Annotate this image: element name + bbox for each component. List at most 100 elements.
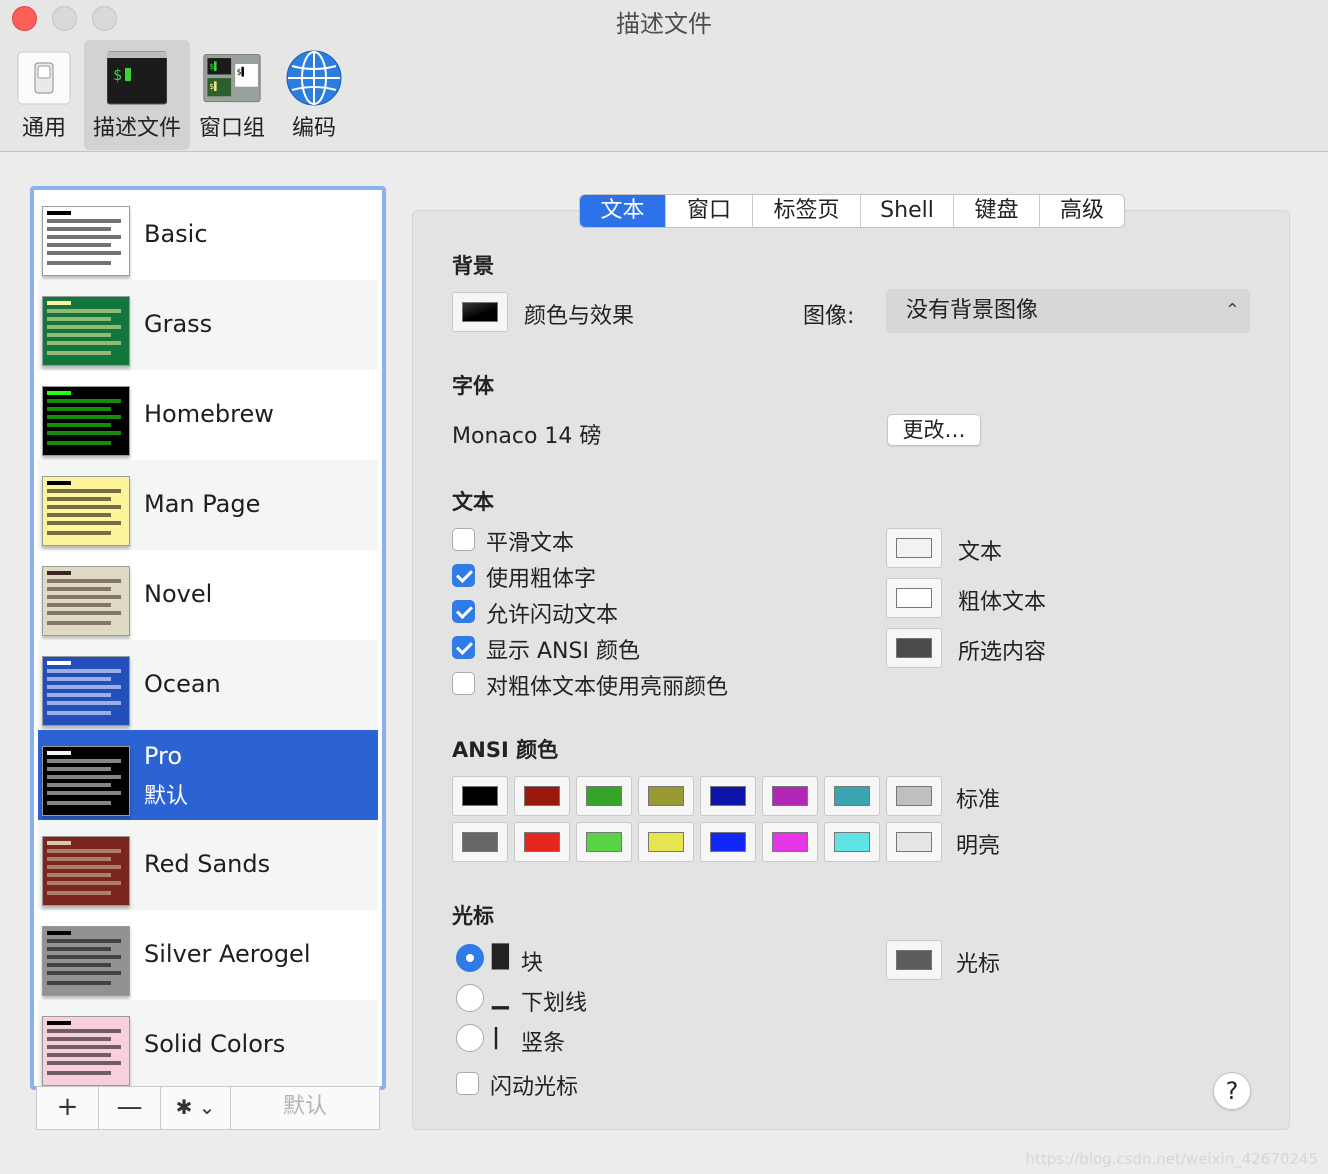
- text-color-well[interactable]: [886, 578, 942, 618]
- ansi-bright-color-well[interactable]: [824, 822, 880, 862]
- cursor-style-radio[interactable]: [456, 1024, 484, 1052]
- window-toolbar: 描述文件 通用 $ 描述文件 $▌ $▌ $▌ 窗口组 编码: [0, 0, 1328, 152]
- tab-window[interactable]: 窗口: [666, 195, 753, 227]
- text-color-well[interactable]: [886, 628, 942, 668]
- text-color-swatch: [896, 638, 932, 658]
- thumbnail-line: [47, 531, 111, 535]
- thumbnail-line: [47, 891, 111, 895]
- color-and-effects-label: 颜色与效果: [524, 304, 635, 329]
- cursor-style-glyph-icon: |: [492, 1025, 501, 1050]
- font-section-title: 字体: [452, 374, 494, 398]
- toolbar-general-button[interactable]: 通用: [8, 40, 80, 150]
- ansi-color-swatch: [834, 832, 870, 852]
- toolbar-profiles-button[interactable]: $ 描述文件: [84, 40, 190, 150]
- set-default-button[interactable]: 默认: [231, 1087, 379, 1129]
- tab-text[interactable]: 文本: [580, 195, 666, 227]
- thumbnail-line: [47, 505, 121, 509]
- thumbnail-line: [47, 775, 121, 779]
- ansi-normal-color-well[interactable]: [638, 776, 694, 816]
- toolbar-window-groups-label: 窗口组: [198, 116, 265, 141]
- background-image-popup[interactable]: 没有背景图像 ⌃: [886, 289, 1250, 333]
- cursor-style-radio[interactable]: [456, 944, 484, 972]
- ansi-color-swatch: [710, 832, 746, 852]
- cursor-style-label: 竖条: [521, 1031, 566, 1056]
- thumbnail-line: [47, 513, 111, 517]
- text-option-checkbox[interactable]: [452, 528, 475, 551]
- tab-tabs[interactable]: 标签页: [753, 195, 861, 227]
- background-color-swatch: [462, 302, 498, 322]
- text-option-checkbox[interactable]: [452, 672, 475, 695]
- profile-row[interactable]: Red Sands: [38, 820, 378, 910]
- ansi-normal-color-well[interactable]: [762, 776, 818, 816]
- cursor-style-label: 下划线: [521, 991, 588, 1016]
- ansi-normal-color-well[interactable]: [700, 776, 756, 816]
- blink-cursor-checkbox[interactable]: [456, 1072, 479, 1095]
- profile-name: Novel: [144, 580, 213, 608]
- thumbnail-line: [47, 621, 111, 625]
- text-color-label: 粗体文本: [958, 590, 1047, 615]
- ansi-color-swatch: [648, 786, 684, 806]
- profile-name: Silver Aerogel: [144, 940, 311, 968]
- tab-keyboard[interactable]: 键盘: [954, 195, 1040, 227]
- text-option-checkbox[interactable]: [452, 600, 475, 623]
- profile-name: Red Sands: [144, 850, 271, 878]
- ansi-normal-color-well[interactable]: [514, 776, 570, 816]
- thumbnail-line: [47, 399, 121, 403]
- ansi-bright-color-well[interactable]: [638, 822, 694, 862]
- profile-row[interactable]: Ocean: [38, 640, 378, 730]
- profile-row[interactable]: Basic: [38, 190, 378, 280]
- remove-profile-button[interactable]: —: [99, 1087, 161, 1129]
- cursor-style-radio[interactable]: [456, 984, 484, 1012]
- window-group-icon: $▌ $▌ $▌: [203, 54, 261, 103]
- thumbnail-line: [47, 351, 111, 355]
- add-profile-button[interactable]: +: [37, 1087, 99, 1129]
- profile-row[interactable]: Solid Colors: [38, 1000, 378, 1086]
- profile-list[interactable]: Basic Grass Homebrew Man Page Novel Ocean Pro 默…: [30, 186, 386, 1090]
- profile-row[interactable]: Grass: [38, 280, 378, 370]
- text-color-well[interactable]: [886, 528, 942, 568]
- profile-row[interactable]: Pro 默认: [38, 730, 378, 820]
- profile-row[interactable]: Homebrew: [38, 370, 378, 460]
- tab-advanced[interactable]: 高级: [1040, 195, 1124, 227]
- help-button[interactable]: ?: [1213, 1072, 1251, 1110]
- text-option-checkbox[interactable]: [452, 636, 475, 659]
- ansi-bright-color-well[interactable]: [886, 822, 942, 862]
- toolbar-window-groups-button[interactable]: $▌ $▌ $▌ 窗口组: [194, 40, 270, 150]
- profile-thumbnail: [42, 566, 130, 636]
- ansi-bright-color-well[interactable]: [762, 822, 818, 862]
- ansi-normal-color-well[interactable]: [886, 776, 942, 816]
- ansi-bright-color-well[interactable]: [576, 822, 632, 862]
- ansi-normal-color-well[interactable]: [824, 776, 880, 816]
- thumbnail-line: [47, 685, 121, 689]
- text-option-label: 允许闪动文本: [486, 603, 619, 628]
- change-font-button[interactable]: 更改…: [887, 414, 981, 446]
- ansi-normal-color-well[interactable]: [576, 776, 632, 816]
- ansi-color-swatch: [648, 832, 684, 852]
- cursor-style-glyph-icon: ▁: [492, 985, 509, 1010]
- switch-icon: [17, 51, 71, 105]
- ansi-normal-color-well[interactable]: [452, 776, 508, 816]
- thumbnail-line: [47, 1071, 111, 1075]
- background-color-well[interactable]: [452, 292, 508, 332]
- tab-shell[interactable]: Shell: [861, 195, 954, 227]
- background-section-title: 背景: [452, 254, 494, 278]
- text-section-title: 文本: [452, 490, 494, 514]
- profile-row[interactable]: Man Page: [38, 460, 378, 550]
- thumbnail-header: [47, 391, 71, 395]
- cursor-color-well[interactable]: [886, 940, 942, 980]
- thumbnail-header: [47, 481, 71, 485]
- ansi-bright-color-well[interactable]: [452, 822, 508, 862]
- thumbnail-line: [47, 579, 121, 583]
- toolbar-encodings-button[interactable]: 编码: [278, 40, 350, 150]
- profile-row[interactable]: Novel: [38, 550, 378, 640]
- ansi-bright-color-well[interactable]: [514, 822, 570, 862]
- cursor-color-label: 光标: [956, 952, 1001, 977]
- blink-cursor-label: 闪动光标: [490, 1075, 579, 1100]
- ansi-bright-color-well[interactable]: [700, 822, 756, 862]
- profile-row[interactable]: Silver Aerogel: [38, 910, 378, 1000]
- terminal-icon: $: [107, 51, 167, 105]
- gear-menu-button[interactable]: ✱ ⌄: [161, 1087, 231, 1129]
- thumbnail-line: [47, 801, 111, 805]
- text-option-checkbox[interactable]: [452, 564, 475, 587]
- thumbnail-line: [47, 407, 111, 411]
